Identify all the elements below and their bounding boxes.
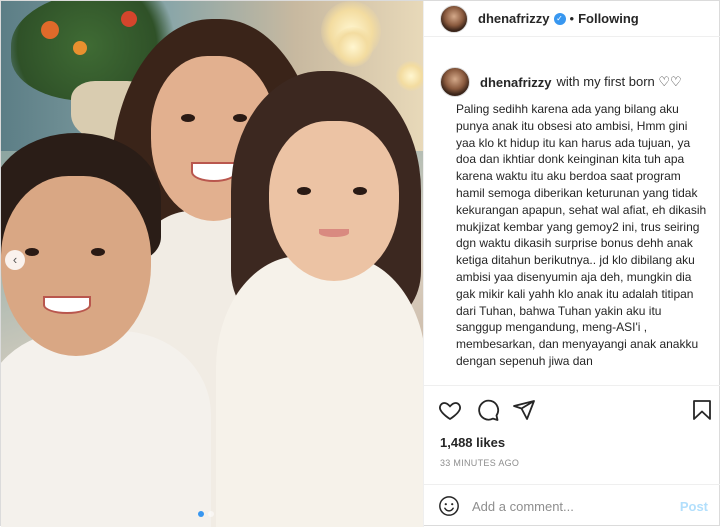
photo-flower	[73, 41, 87, 55]
photo-girl-face	[269, 121, 399, 281]
instagram-post-modal: ‹ dhenafrizzy ✓ • Following dhenafrizzy …	[0, 0, 720, 527]
header-separator: •	[569, 11, 575, 26]
carousel-dots	[198, 511, 214, 517]
photo-eye	[353, 187, 367, 195]
photo-girl-dress	[216, 256, 423, 527]
photo-eye	[25, 248, 39, 256]
photo-lamp	[396, 61, 423, 91]
heart-icon[interactable]	[438, 398, 462, 422]
caption-header: dhenafrizzy with my first born ♡♡	[440, 67, 682, 97]
bookmark-icon[interactable]	[690, 398, 714, 422]
carousel-dot-active	[198, 511, 204, 517]
author-username[interactable]: dhenafrizzy	[478, 11, 550, 26]
likes-count[interactable]: 1,488 likes	[440, 435, 505, 450]
photo-smile	[191, 162, 237, 182]
author-avatar[interactable]	[440, 4, 468, 33]
photo-eye	[181, 114, 195, 122]
post-photo[interactable]: ‹	[1, 1, 423, 527]
comment-icon[interactable]	[476, 398, 500, 422]
following-button[interactable]: Following	[578, 11, 639, 26]
comment-input[interactable]	[472, 498, 680, 514]
paper-plane-icon[interactable]	[512, 398, 536, 422]
caption-with-text: with my first born ♡♡	[556, 74, 682, 89]
comment-bar: Post	[424, 484, 720, 527]
post-timestamp[interactable]: 33 MINUTES AGO	[440, 458, 519, 468]
photo-eye	[91, 248, 105, 256]
caption-author-avatar[interactable]	[440, 67, 470, 97]
smiley-icon[interactable]	[438, 495, 460, 517]
post-comment-button[interactable]: Post	[680, 499, 708, 514]
photo-lips	[319, 229, 349, 237]
photo-flower	[121, 11, 137, 27]
verified-badge-icon: ✓	[553, 12, 566, 25]
caption-text: Paling sedihh karena ada yang bilang aku…	[456, 102, 707, 368]
photo-lamp	[333, 27, 373, 67]
photo-eye	[233, 114, 247, 122]
carousel-dot	[208, 511, 214, 517]
post-header: dhenafrizzy ✓ • Following	[424, 1, 720, 37]
photo-flower	[41, 21, 59, 39]
photo-boy-shirt	[1, 331, 211, 527]
carousel-prev-button[interactable]: ‹	[5, 250, 25, 270]
photo-eye	[297, 187, 311, 195]
photo-smile	[43, 296, 91, 314]
action-bar	[424, 385, 720, 433]
caption-author-username[interactable]: dhenafrizzy	[480, 75, 552, 90]
photo-boy-face	[1, 176, 151, 356]
post-details-panel: dhenafrizzy ✓ • Following dhenafrizzy wi…	[423, 1, 720, 527]
